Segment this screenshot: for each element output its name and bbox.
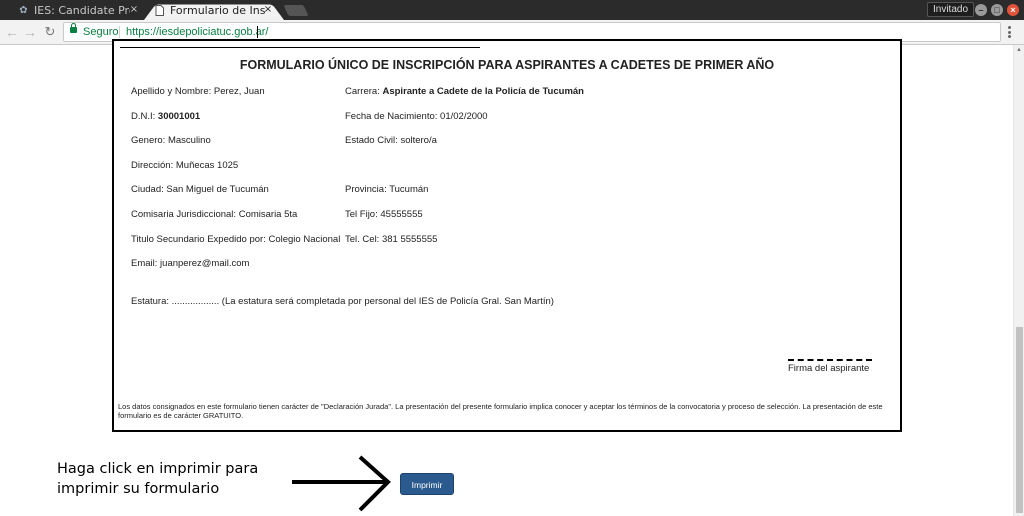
kebab-menu-icon[interactable]	[1008, 24, 1012, 40]
field-apellido: Apellido y Nombre: Perez, Juan	[131, 86, 265, 97]
field-comisaria: Comisaria Jurisdiccional: Comisaria 5ta	[131, 209, 298, 220]
divider	[120, 47, 480, 51]
page-scrollbar[interactable]: ▲	[1013, 45, 1024, 516]
new-tab-button[interactable]	[283, 5, 309, 16]
tab-formulario[interactable]: Formulario de Inscr ×	[150, 1, 278, 20]
field-direccion: Dirección: Muñecas 1025	[131, 160, 239, 171]
scroll-up-icon[interactable]: ▲	[1016, 47, 1022, 53]
print-hint-line: imprimir su formulario	[57, 481, 220, 497]
app-favicon-icon: ✿	[19, 5, 28, 16]
document-icon	[154, 5, 165, 16]
lock-icon	[70, 23, 77, 33]
signature-line	[788, 359, 872, 361]
field-email: Email: juanperez@mail.com	[131, 258, 250, 269]
field-dni: D.N.I: 30001001	[131, 111, 201, 122]
field-estado-civil: Estado Civil: soltero/a	[345, 135, 437, 146]
tab-title: IES: Candidate Pro	[34, 4, 130, 17]
field-estatura: Estatura: .................. (La estatur…	[131, 296, 554, 307]
signature-label: Firma del aspirante	[788, 363, 870, 374]
tab-ies-candidate[interactable]: ✿ IES: Candidate Pro ×	[14, 1, 144, 20]
right-arrow-icon	[292, 455, 391, 512]
field-tel-fijo: Tel Fijo: 45555555	[345, 209, 423, 220]
tab-bar: ✿ IES: Candidate Pro × Formulario de Ins…	[0, 0, 1024, 20]
print-hint-line: Haga click en imprimir para	[57, 461, 259, 477]
tab-title: Formulario de Inscr	[170, 4, 266, 17]
scroll-thumb[interactable]	[1016, 327, 1023, 513]
profile-badge[interactable]: Invitado	[927, 2, 975, 17]
close-icon[interactable]: ×	[128, 3, 140, 17]
divider	[119, 26, 120, 38]
text-cursor	[257, 26, 258, 38]
registration-form: FORMULARIO ÚNICO DE INSCRIPCIÓN PARA ASP…	[112, 39, 902, 432]
minimize-button[interactable]: –	[975, 4, 987, 16]
field-tel-cel: Tel. Cel: 381 5555555	[345, 234, 438, 245]
field-genero: Genero: Masculino	[131, 135, 211, 146]
field-carrera: Carrera: Aspirante a Cadete de la Policí…	[345, 86, 584, 97]
field-provincia: Provincia: Tucumán	[345, 184, 429, 195]
close-icon[interactable]: ×	[262, 3, 274, 17]
print-button[interactable]: Imprimir	[400, 473, 454, 495]
back-arrow-icon[interactable]: ←	[4, 23, 20, 41]
field-ciudad: Ciudad: San Miguel de Tucumán	[131, 184, 269, 195]
form-title: FORMULARIO ÚNICO DE INSCRIPCIÓN PARA ASP…	[239, 58, 775, 72]
print-hint: Haga click en imprimir para imprimir su …	[57, 459, 258, 499]
field-fecha-nacimiento: Fecha de Nacimiento: 01/02/2000	[345, 111, 488, 122]
reload-icon[interactable]: ↻	[42, 23, 58, 41]
maximize-button[interactable]: □	[991, 4, 1003, 16]
close-window-button[interactable]: ×	[1007, 4, 1019, 16]
disclaimer-text: Los datos consignados en este formulario…	[118, 402, 883, 420]
field-titulo-secundario: Titulo Secundario Expedido por: Colegio …	[131, 234, 341, 245]
forward-arrow-icon[interactable]: →	[22, 23, 38, 41]
